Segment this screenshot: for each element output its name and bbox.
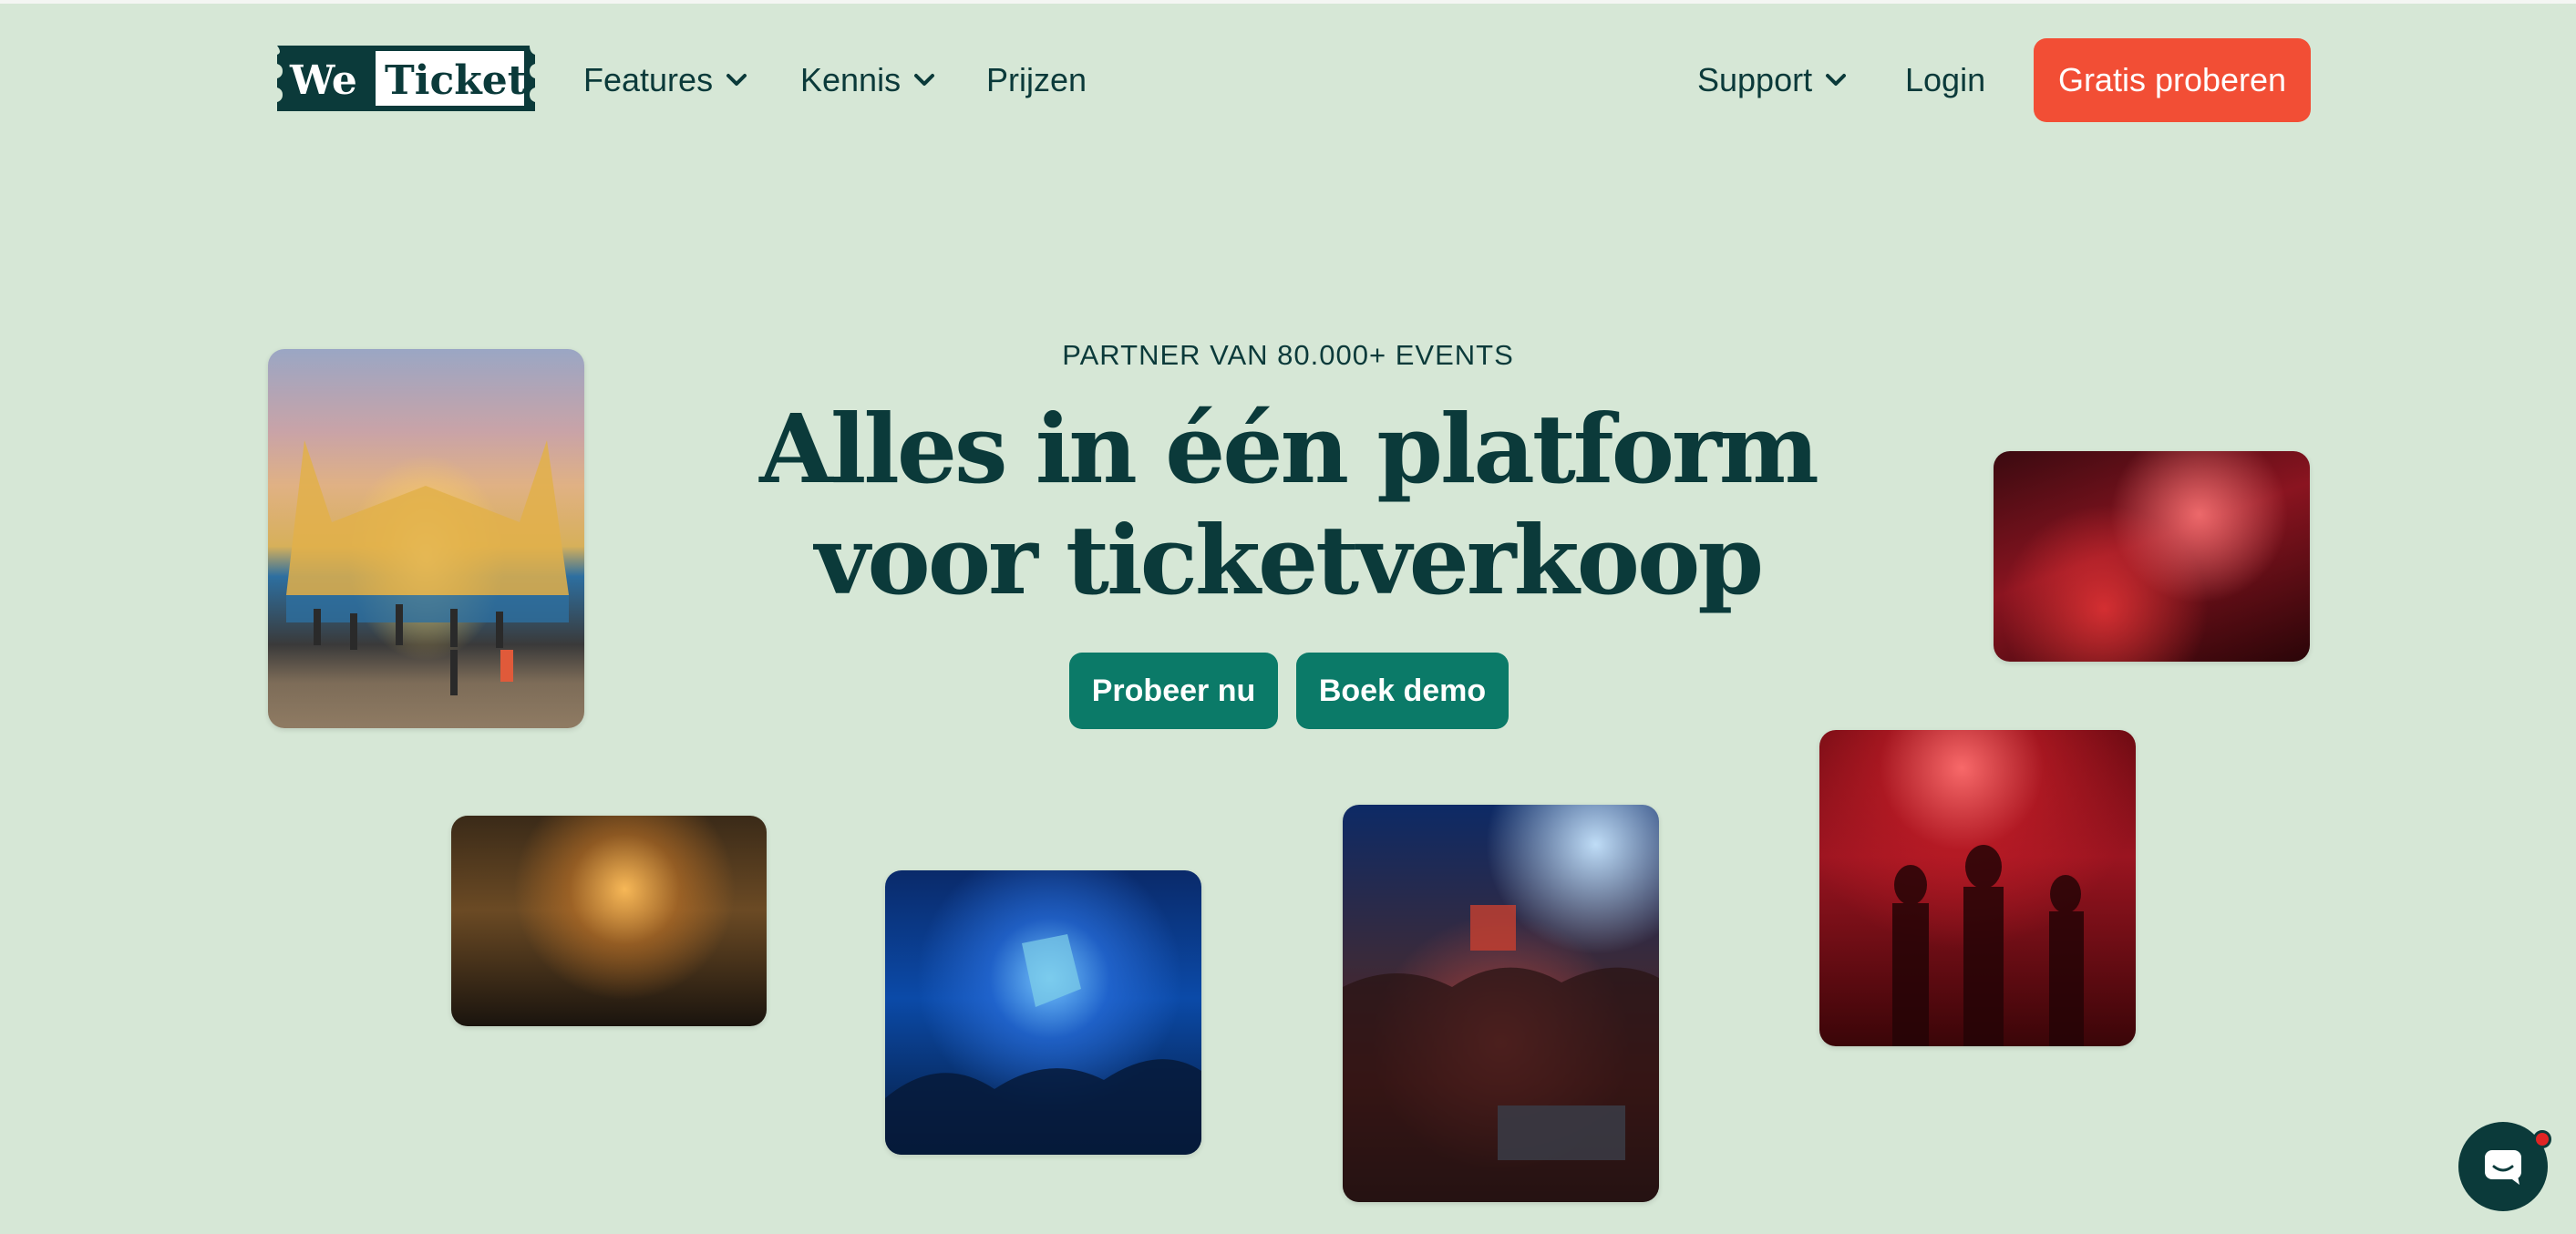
circus-tent-illustration bbox=[286, 440, 569, 695]
logo-we-text: We bbox=[289, 57, 357, 104]
nav-kennis-label: Kennis bbox=[800, 61, 902, 98]
club-crowd-illustration bbox=[885, 934, 1201, 1155]
nav-support[interactable]: Support bbox=[1697, 58, 1849, 102]
weticket-logo[interactable]: We Ticket bbox=[270, 44, 537, 113]
photo-blue-club bbox=[885, 870, 1201, 1155]
dj-crowd-illustration bbox=[1343, 905, 1659, 1202]
photo-concert-hall bbox=[451, 816, 767, 1026]
free-trial-button[interactable]: Gratis proberen bbox=[2034, 38, 2311, 122]
photo-circus-tent bbox=[268, 349, 584, 728]
photo-dj-crowd bbox=[1343, 805, 1659, 1202]
nav-support-label: Support bbox=[1697, 61, 1813, 98]
red-club-illustration bbox=[1892, 845, 2084, 1046]
logo-ticket-shape: We Ticket bbox=[277, 46, 535, 111]
nav-features-label: Features bbox=[583, 61, 714, 98]
chat-notification-badge bbox=[2533, 1130, 2551, 1148]
page: We Ticket Features Kennis Prijzen Suppor… bbox=[0, 0, 2576, 1234]
nav-prijzen-label: Prijzen bbox=[986, 61, 1087, 98]
book-demo-button[interactable]: Boek demo bbox=[1296, 653, 1509, 729]
chevron-down-icon bbox=[726, 74, 747, 86]
logo-ticket-text: Ticket bbox=[385, 57, 527, 104]
nav-prijzen[interactable]: Prijzen bbox=[986, 58, 1087, 102]
chat-bubble-icon bbox=[2485, 1150, 2521, 1185]
nav-login[interactable]: Login bbox=[1905, 58, 1985, 102]
chevron-down-icon bbox=[914, 74, 935, 86]
nav-kennis[interactable]: Kennis bbox=[800, 58, 937, 102]
chevron-down-icon bbox=[1826, 74, 1847, 86]
photo-red-club bbox=[1819, 730, 2136, 1046]
nav-login-label: Login bbox=[1905, 61, 1986, 98]
nav-features[interactable]: Features bbox=[583, 58, 749, 102]
try-now-button[interactable]: Probeer nu bbox=[1069, 653, 1278, 729]
photo-dj-controller bbox=[1994, 451, 2310, 662]
